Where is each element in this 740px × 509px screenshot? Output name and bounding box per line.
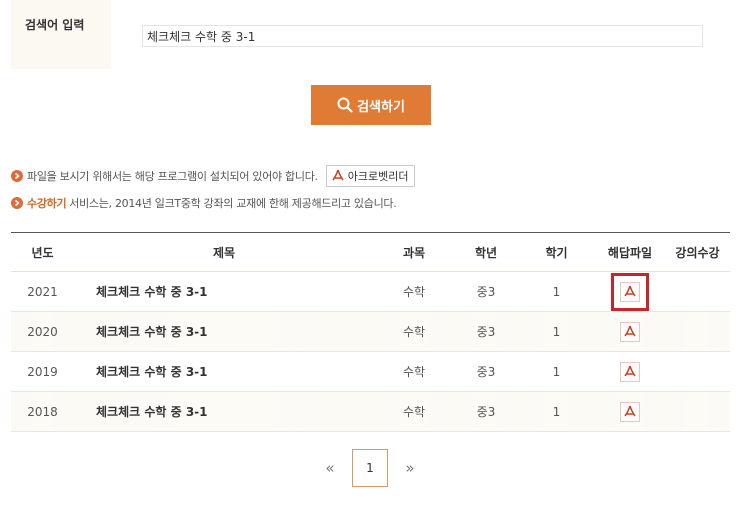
cell-lecture [665,271,730,312]
notice-lecture: 수강하기 서비스는, 2014년 일크T중학 강좌의 교재에 한해 제공해드리고… [11,195,397,211]
cell-lecture [665,311,730,352]
acrobat-reader-label: 아크로벳리더 [347,170,409,183]
acrobat-icon [332,169,344,181]
search-input[interactable] [142,25,703,47]
cell-title: 체크체크 수학 중 3-1 [74,391,374,432]
header-semester: 학기 [518,232,595,272]
cell-year: 2018 [11,391,74,432]
header-grade: 학년 [454,232,518,272]
cell-year: 2020 [11,311,74,352]
cell-semester: 1 [518,311,595,352]
header-title: 제목 [74,232,374,272]
cell-lecture [665,351,730,392]
search-label: 검색어 입력 [25,18,85,32]
pdf-icon[interactable] [620,401,640,422]
next-page-icon[interactable]: » [402,459,418,477]
table-header-row: 년도 제목 과목 학년 학기 해답파일 강의수강 [11,232,730,272]
header-subject: 과목 [374,232,454,272]
cell-answer-file [595,351,665,392]
cell-title: 체크체크 수학 중 3-1 [74,271,374,312]
cell-grade: 중3 [454,351,518,392]
cell-answer-file [595,391,665,432]
page-current[interactable]: 1 [352,449,388,487]
prev-page-icon[interactable]: « [322,459,338,477]
search-inner [111,0,730,69]
header-year: 년도 [11,232,74,272]
cell-lecture [665,391,730,432]
cell-answer-file [595,311,665,352]
cell-subject: 수학 [374,351,454,392]
chevron-right-icon [11,197,23,209]
table-row: 2019 체크체크 수학 중 3-1 수학 중3 1 [11,351,730,392]
cell-grade: 중3 [454,391,518,432]
header-lecture: 강의수강 [665,232,730,272]
notice-program-text: 파일을 보시기 위해서는 해당 프로그램이 설치되어 있어야 합니다. [27,170,318,183]
pdf-icon[interactable] [611,272,649,311]
table-row: 2018 체크체크 수학 중 3-1 수학 중3 1 [11,391,730,432]
search-button[interactable]: 검색하기 [311,85,431,125]
cell-subject: 수학 [374,391,454,432]
cell-grade: 중3 [454,271,518,312]
cell-year: 2019 [11,351,74,392]
chevron-right-icon [11,170,23,182]
pdf-icon[interactable] [620,321,640,342]
header-answer-file: 해답파일 [595,232,665,272]
cell-subject: 수학 [374,271,454,312]
cell-semester: 1 [518,351,595,392]
cell-title: 체크체크 수학 중 3-1 [74,311,374,352]
search-panel: 검색어 입력 [11,0,730,69]
acrobat-reader-button[interactable]: 아크로벳리더 [325,165,416,187]
cell-answer-file [595,271,665,312]
table-row: 2020 체크체크 수학 중 3-1 수학 중3 1 [11,311,730,352]
search-button-label: 검색하기 [357,99,405,115]
table-row: 2021 체크체크 수학 중 3-1 수학 중3 1 [11,271,730,312]
pdf-icon[interactable] [620,361,640,382]
textbook-table: 년도 제목 과목 학년 학기 해답파일 강의수강 2021 체크체크 수학 중 … [11,232,730,432]
notice-lecture-text: 서비스는, 2014년 일크T중학 강좌의 교재에 한해 제공해드리고 있습니다… [69,197,397,210]
search-icon [337,97,353,113]
cell-title: 체크체크 수학 중 3-1 [74,351,374,392]
cell-year: 2021 [11,271,74,312]
notice-program: 파일을 보시기 위해서는 해당 프로그램이 설치되어 있어야 합니다. 아크로벳… [11,165,416,187]
cell-semester: 1 [518,271,595,312]
cell-semester: 1 [518,391,595,432]
pagination: « 1 » [322,449,418,487]
cell-subject: 수학 [374,311,454,352]
notice-lecture-highlight: 수강하기 [27,197,67,210]
cell-grade: 중3 [454,311,518,352]
